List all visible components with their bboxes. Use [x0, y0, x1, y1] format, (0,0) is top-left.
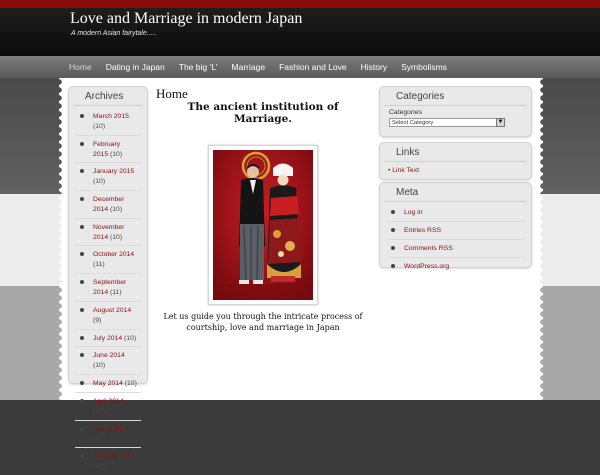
archive-count: (10): [93, 407, 106, 415]
list-item: March 2014 (10): [75, 421, 141, 449]
meta-title: Meta: [384, 183, 527, 202]
list-item: August 2014 (9): [75, 302, 141, 330]
nav-history[interactable]: History: [354, 56, 394, 78]
archive-link[interactable]: March 2014: [93, 426, 129, 433]
archive-count: (10): [124, 380, 137, 388]
archive-count: (11): [93, 261, 105, 269]
archive-count: (10): [110, 205, 123, 213]
site-title[interactable]: Love and Marriage in modern Japan: [70, 10, 302, 28]
list-item: November 2014 (10): [75, 219, 141, 247]
list-item: January 2015 (10): [75, 163, 141, 192]
list-item: December 2014 (10): [75, 191, 141, 219]
links-widget: Links • Link Text: [379, 142, 532, 180]
links-title: Links: [384, 143, 527, 162]
archive-count: (9): [93, 316, 102, 324]
archive-link[interactable]: March 2015: [93, 113, 129, 120]
list-item: January 2014 (10): [75, 448, 141, 475]
nav-the-big-l[interactable]: The big ‘L’: [172, 56, 225, 78]
nav-dating-in-japan[interactable]: Dating in Japan: [99, 56, 172, 78]
archive-count: (10): [93, 122, 106, 130]
list-item: February 2015 (10): [75, 136, 141, 164]
page-title: Home: [156, 86, 188, 101]
archive-link[interactable]: January 2015: [93, 168, 134, 175]
top-strip: [0, 0, 600, 8]
chevron-down-icon[interactable]: ▼: [496, 118, 505, 127]
archive-link[interactable]: May 2014: [93, 380, 123, 387]
category-select-value: Select Category: [392, 120, 434, 126]
list-item: Log in: [386, 204, 525, 222]
meta-comments-rss-link[interactable]: Comments RSS: [404, 245, 453, 252]
post-heading: The ancient institution of Marriage.: [187, 101, 339, 125]
nav-marriage[interactable]: Marriage: [225, 56, 273, 78]
list-item: Entries RSS: [386, 222, 525, 240]
wedding-couple-image: [213, 150, 313, 300]
list-item: July 2014 (10): [75, 330, 141, 348]
link-text-link[interactable]: • Link Text: [388, 167, 531, 174]
archive-count: (10): [93, 362, 106, 370]
list-item: Comments RSS: [386, 240, 525, 258]
categories-title: Categories: [384, 87, 527, 106]
archive-link[interactable]: October 2014: [93, 251, 134, 258]
list-item: September 2014 (11): [75, 274, 141, 302]
archives-list: March 2015 (10) February 2015 (10) Janua…: [69, 106, 147, 475]
wedding-photo: [208, 145, 318, 305]
link-text-label: Link Text: [392, 167, 419, 174]
archive-link[interactable]: June 2014: [93, 352, 125, 359]
list-item: May 2014 (10): [75, 375, 141, 393]
archive-count: (10): [124, 334, 137, 342]
archive-count: (10): [93, 178, 106, 186]
category-select[interactable]: Select Category ▼: [389, 118, 505, 127]
site-description: A modern Asian fairytale.....: [71, 30, 157, 37]
categories-widget: Categories Categories Select Category ▼: [379, 86, 532, 137]
meta-wordpress-link[interactable]: WordPress.org: [404, 263, 449, 270]
archive-link[interactable]: January 2014: [93, 453, 134, 460]
nav-home[interactable]: Home: [62, 56, 99, 78]
categories-label: Categories: [389, 109, 422, 116]
nav-symbolisms[interactable]: Symbolisms: [394, 56, 454, 78]
list-item: October 2014 (11): [75, 246, 141, 275]
list-item: June 2014 (10): [75, 347, 141, 376]
post-body: Let us guide you through the intricate p…: [163, 312, 363, 332]
archives-widget: Archives March 2015 (10) February 2015 (…: [68, 86, 148, 470]
meta-login-link[interactable]: Log in: [404, 209, 423, 216]
meta-entries-rss-link[interactable]: Entries RSS: [404, 227, 441, 234]
meta-widget: Meta Log in Entries RSS Comments RSS Wor…: [379, 182, 532, 270]
archive-link[interactable]: July 2014: [93, 335, 122, 342]
archive-count: (10): [110, 233, 123, 241]
archive-count: (10): [110, 150, 123, 158]
nav-fashion-and-love[interactable]: Fashion and Love: [272, 56, 354, 78]
meta-list: Log in Entries RSS Comments RSS WordPres…: [380, 202, 531, 274]
archive-count: (10): [93, 463, 106, 471]
list-item: WordPress.org: [386, 258, 525, 275]
list-item: April 2014 (10): [75, 393, 141, 421]
main-nav: Home Dating in Japan The big ‘L’ Marriag…: [62, 56, 454, 78]
list-item: March 2015 (10): [75, 108, 141, 136]
archive-link[interactable]: April 2014: [93, 398, 124, 405]
archives-title: Archives: [73, 87, 143, 106]
archive-count: (11): [110, 288, 122, 296]
archive-count: (10): [93, 435, 106, 443]
archive-link[interactable]: August 2014: [93, 307, 131, 314]
